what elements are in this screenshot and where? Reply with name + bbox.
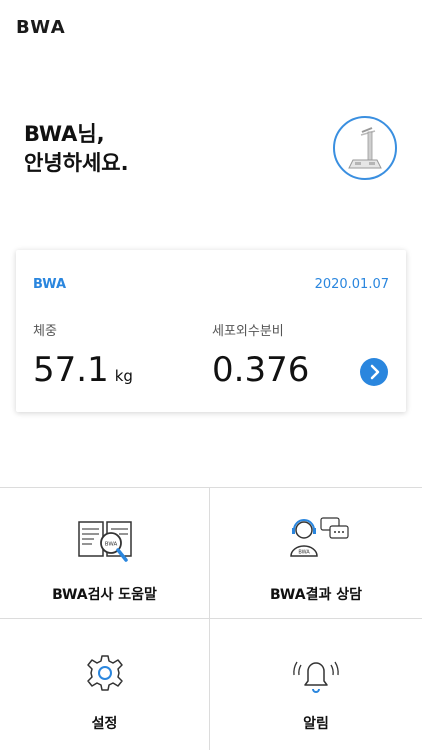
weight-label: 체중 [33, 324, 57, 339]
weight-unit: kg [114, 367, 133, 385]
bwa-guide-button[interactable]: BWA BWA검사 도움말 [0, 488, 210, 619]
gear-icon [86, 655, 123, 691]
settings-button[interactable]: 설정 [0, 619, 210, 750]
svg-text:BWA: BWA [104, 542, 117, 548]
bwa-consult-button[interactable]: BWA BWA결과 상담 [210, 488, 422, 619]
weight-value: 57.1 [33, 350, 109, 390]
card-brand: BWA [33, 277, 67, 292]
greeting-line-1: BWA님, [24, 122, 105, 146]
bwa-guide-label: BWA검사 도움말 [52, 587, 157, 603]
menu-grid: BWA BWA검사 도움말 BWA BWA결과 상담 설정 알림 [0, 487, 422, 751]
greeting-line-2: 안녕하세요. [24, 151, 129, 175]
consult-badge: BWA [298, 550, 310, 556]
ecw-ratio-label: 세포외수분비 [212, 324, 284, 339]
ecw-ratio-value: 0.376 [212, 350, 310, 390]
settings-label: 설정 [91, 716, 118, 732]
chevron-right-icon [370, 364, 380, 380]
book-magnifier-icon: BWA [77, 521, 132, 562]
weight-value-group: 57.1 kg [33, 350, 133, 390]
greeting: BWA님, 안녕하세요. [24, 120, 129, 178]
app-logo: BWA [16, 17, 67, 38]
measurement-date: 2020.01.07 [314, 277, 389, 292]
device-icon[interactable] [333, 116, 397, 180]
consultant-chat-icon: BWA [290, 517, 349, 557]
latest-result-card[interactable]: BWA 2020.01.07 체중 57.1 kg 세포외수분비 0.376 [16, 250, 406, 412]
detail-button[interactable] [360, 358, 388, 386]
body-scale-icon [348, 127, 382, 169]
alerts-label: 알림 [303, 716, 329, 732]
bell-icon [293, 661, 339, 693]
alerts-button[interactable]: 알림 [210, 619, 422, 750]
bwa-consult-label: BWA결과 상담 [270, 587, 362, 603]
